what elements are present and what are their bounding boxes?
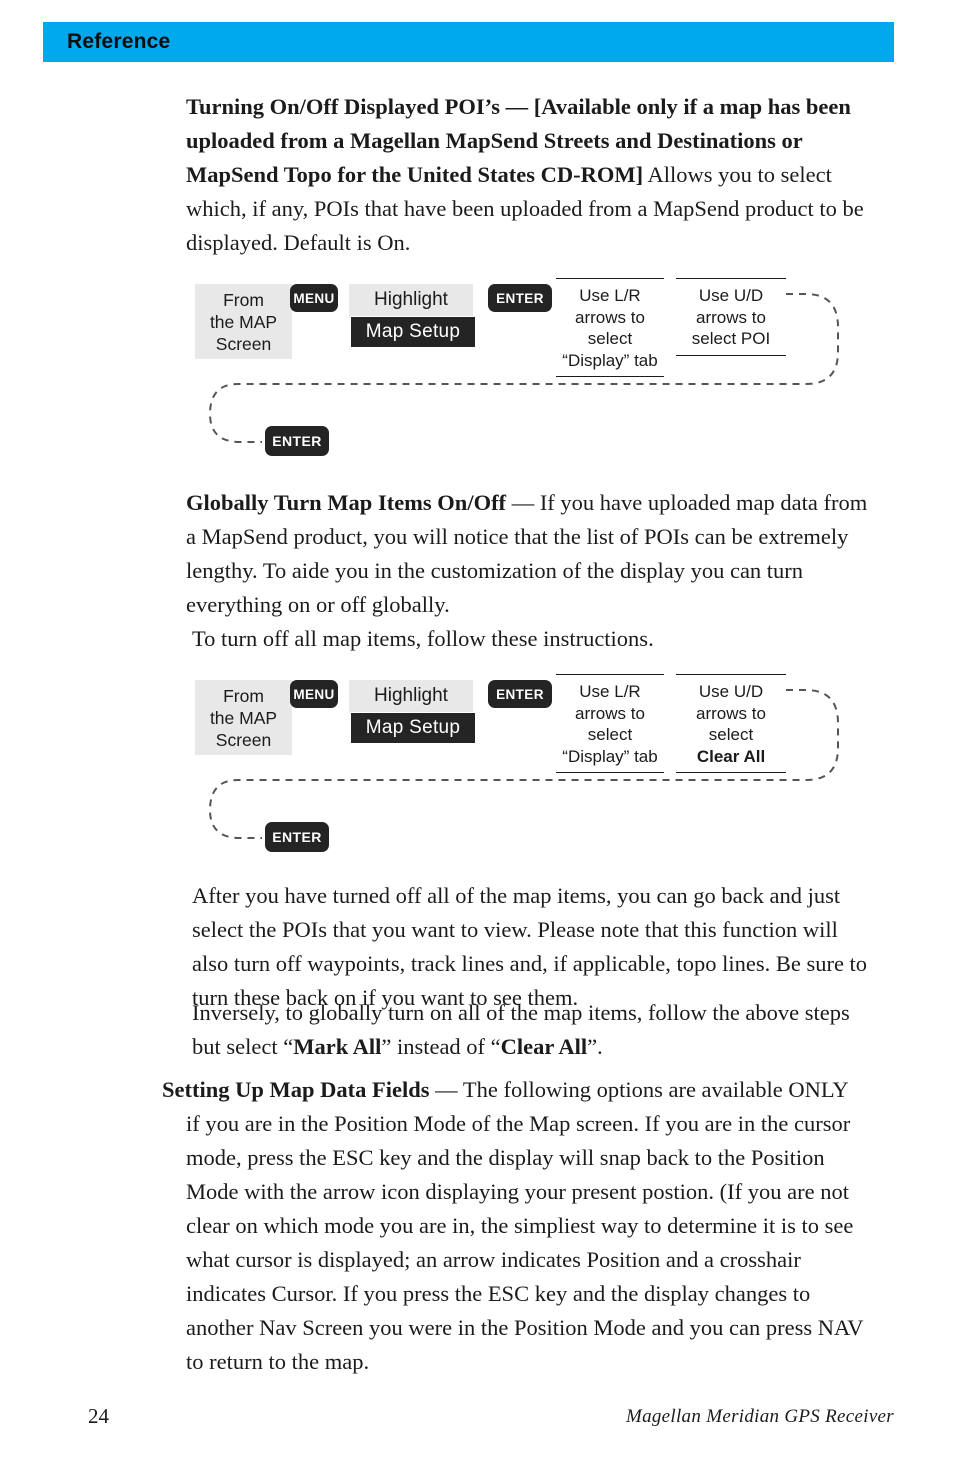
diagram2-note-up-down: Use U/D arrows to select Clear All [676,674,786,773]
diagram1-note-lr-rule-top [556,278,664,279]
diagram2-from-line2: the MAP [209,707,278,728]
flow-diagram-display-poi: From the MAP Screen MENU Highlight Map S… [190,272,890,467]
paragraph-turn-off-all-map-items: To turn off all map items, follow these … [192,626,654,651]
diagram2-from-line3: Screen [215,729,272,750]
footer-page-number: 24 [88,1404,109,1428]
diagram1-note-ud-line3: select POI [691,329,771,348]
page-title: Reference [67,30,171,53]
diagram1-note-ud-line1: Use U/D [698,286,764,305]
diagram1-menu-key[interactable]: MENU [290,284,338,312]
diagram1-note-lr-line1: Use L/R [579,286,641,305]
reference-header-bar [43,22,894,62]
diagram2-note-ud-rule-top [676,674,786,675]
diagram2-note-ud-line4-clear-all: Clear All [696,746,766,766]
diagram1-from-line1: From [223,289,264,310]
inversely-mark-all: Mark All [293,1034,382,1059]
diagram1-note-ud-line2: arrows to [696,307,766,327]
diagram2-note-lr-rule-bottom [556,772,664,773]
inversely-clear-all: Clear All [500,1034,588,1059]
diagram1-from-line2: the MAP [209,311,278,332]
paragraph-turning-on-off-poi: Turning On/Off Displayed POI’s — [Availa… [186,90,874,260]
setting-rest: if you are in the Position Mode of the M… [186,1111,864,1374]
inversely-mid: ” instead of “ [381,1034,501,1059]
diagram1-enter-key-top[interactable]: ENTER [488,284,552,312]
diagram2-note-ud-rule-bottom [676,772,786,773]
diagram1-from-map-screen-box: From the MAP Screen [195,284,292,359]
diagram2-note-lr-line3: select [587,725,633,744]
paragraph-globally-turn-map-items: Globally Turn Map Items On/Off — If you … [186,486,874,622]
diagram2-enter-key-top[interactable]: ENTER [488,680,552,708]
flow-diagram-clear-all: From the MAP Screen MENU Highlight Map S… [190,668,890,863]
diagram2-from-map-screen-box: From the MAP Screen [195,680,292,755]
paragraph-after-turned-off: After you have turned off all of the map… [192,883,868,1010]
diagram1-note-ud-rule-top [676,278,786,279]
diagram2-highlight-label: Highlight [349,680,473,712]
poi-heading: Turning On/Off Displayed POI’s — [186,94,534,119]
setting-body: — The following options are available ON… [429,1077,849,1102]
diagram2-note-left-right: Use L/R arrows to select “Display” tab [556,674,664,773]
diagram1-note-lr-line2: arrows to [575,307,645,327]
diagram1-note-ud-rule-bottom [676,354,786,356]
diagram1-note-left-right: Use L/R arrows to select “Display” tab [556,278,664,377]
diagram2-note-lr-line4: “Display” tab [562,746,658,766]
globally-heading: Globally Turn Map Items On/Off [186,490,507,515]
diagram1-enter-key-bottom[interactable]: ENTER [265,426,329,456]
diagram2-note-ud-line2: arrows to [696,703,766,723]
diagram2-note-ud-line1: Use U/D [698,682,764,701]
diagram1-highlight-label: Highlight [349,284,473,316]
diagram1-map-setup-item[interactable]: Map Setup [351,317,475,347]
footer-book-title: Magellan Meridian GPS Receiver [625,1406,894,1427]
diagram1-note-lr-line4: “Display” tab [562,350,658,370]
diagram1-from-line3: Screen [215,333,272,354]
diagram1-note-lr-line3: select [587,329,633,348]
diagram2-note-lr-line1: Use L/R [579,682,641,701]
setting-heading: Setting Up Map Data Fields [162,1077,430,1102]
diagram2-note-lr-line2: arrows to [575,703,645,723]
diagram1-note-lr-rule-bottom [556,376,664,377]
paragraph-inversely-mark-all: Inversely, to globally turn on all of th… [192,996,876,1064]
diagram2-menu-key[interactable]: MENU [290,680,338,708]
paragraph-setting-up-map-data-fields: Setting Up Map Data Fields — The followi… [162,1073,874,1379]
diagram2-note-ud-line3: select [708,725,754,744]
diagram2-from-line1: From [223,685,264,706]
diagram2-map-setup-item[interactable]: Map Setup [351,713,475,743]
inversely-post: ”. [587,1034,603,1059]
diagram1-note-up-down: Use U/D arrows to select POI [676,278,786,356]
diagram2-enter-key-bottom[interactable]: ENTER [265,822,329,852]
diagram2-note-lr-rule-top [556,674,664,675]
